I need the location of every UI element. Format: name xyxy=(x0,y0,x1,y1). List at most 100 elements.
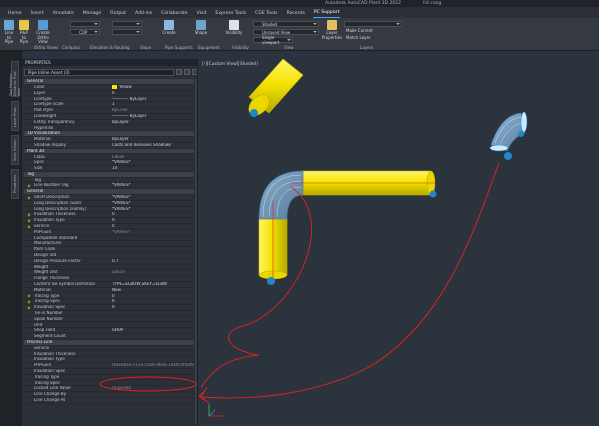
ribbon-tab-cge-tools[interactable]: CGE Tools xyxy=(254,11,278,18)
connection-node[interactable] xyxy=(267,277,275,285)
connection-node[interactable] xyxy=(250,109,258,117)
property-value[interactable]: ByLayer xyxy=(110,120,194,125)
property-value[interactable]: ByColor xyxy=(110,108,194,113)
lightning-icon xyxy=(27,219,31,224)
property-row[interactable]: Line Change At xyxy=(24,398,194,404)
standalone-elbow[interactable] xyxy=(489,111,528,160)
compass-dropdown[interactable] xyxy=(70,21,100,27)
property-value[interactable]: ByLayer xyxy=(110,137,194,142)
property-value[interactable]: LBS16 xyxy=(110,270,194,275)
select-objects-icon[interactable] xyxy=(184,69,190,75)
ribbon-tab-home[interactable]: Home xyxy=(7,11,23,18)
layer-properties-label: Layer Properties xyxy=(321,30,343,40)
property-value[interactable]: *VARIES* xyxy=(110,207,194,212)
line-to-pipe-button[interactable]: Line to Pipe xyxy=(3,20,15,45)
cop-dropdown[interactable]: COP xyxy=(70,29,100,35)
property-name: Shadow display xyxy=(34,142,66,147)
property-value-text: Yellow xyxy=(119,84,132,89)
title-bar: Autodesk AutoCAD Plant 3D 2022 fcli.rang xyxy=(0,0,599,7)
property-value[interactable]: 0 xyxy=(110,299,194,304)
property-value[interactable]: 1 xyxy=(110,102,194,107)
property-value[interactable]: 0 xyxy=(110,218,194,223)
property-value-text: 0.7 xyxy=(112,258,119,263)
user-name[interactable]: fcli.rang xyxy=(423,1,441,6)
ucs-icon[interactable] xyxy=(208,404,225,417)
property-value[interactable]: *VARIES* xyxy=(110,201,194,206)
property-value[interactable]: 0 xyxy=(110,212,194,217)
property-value[interactable]: 0 xyxy=(110,294,194,299)
panel-layers: Layers xyxy=(360,45,374,50)
app-title: Autodesk AutoCAD Plant 3D 2022 xyxy=(325,1,401,6)
property-name: Plot style xyxy=(34,108,53,113)
viewport-dropdown[interactable]: Single viewport xyxy=(253,35,293,45)
property-value[interactable]: Elbow xyxy=(110,155,194,160)
toggle-pickadd-icon[interactable] xyxy=(176,69,182,75)
visibility-button[interactable]: Visibility xyxy=(226,20,242,36)
properties-tab[interactable]: Properties xyxy=(11,169,19,199)
model-viewport[interactable]: [-][Custom View][Shaded] xyxy=(199,59,599,426)
support-create-button[interactable]: Create xyxy=(162,20,176,36)
visual-style-dropdown[interactable]: Shaded xyxy=(253,21,319,27)
routing-dropdown[interactable] xyxy=(112,29,142,35)
property-value[interactable]: 10 xyxy=(110,166,194,171)
red-markup-annotations xyxy=(199,162,500,404)
property-value-text: 0 xyxy=(112,212,115,217)
property-value[interactable]: 0 xyxy=(110,305,194,310)
property-value[interactable]: *VARIES* xyxy=(110,195,194,200)
pp-to-pipe-button[interactable]: P&P to Pipe xyxy=(18,20,30,45)
property-value[interactable]: 0.7 xyxy=(110,259,194,264)
layer-dropdown[interactable] xyxy=(344,21,402,27)
ribbon-tab-collaborate[interactable]: Collaborate xyxy=(160,11,188,18)
property-name: Weight xyxy=(34,264,49,269)
tool-palette-tab-label: Tool Palettes - Dynamic Pipe Spec xyxy=(9,71,21,96)
property-value[interactable]: Yellow xyxy=(110,84,194,90)
quick-select-icon[interactable] xyxy=(192,69,197,75)
property-value[interactable]: *VARIES* xyxy=(110,230,194,235)
property-value[interactable]: fbae4b4e-c11a-41b6-9b4a-14a9c4f0af9a xyxy=(110,363,194,368)
elbow-assembly[interactable] xyxy=(258,170,437,285)
property-value[interactable]: *VARIES* xyxy=(110,160,194,165)
property-value[interactable]: Casts and Receives Shadows xyxy=(110,143,194,148)
viewport-controls-label[interactable]: [-][Custom View][Shaded] xyxy=(202,62,258,67)
shape-label: Shape xyxy=(194,30,208,35)
property-value-text: *VARIES* xyxy=(112,200,131,205)
palette-scrollbar[interactable] xyxy=(195,79,197,424)
property-value[interactable]: Unlocked xyxy=(110,386,194,391)
panel-pipe-supports: Pipe Supports xyxy=(165,45,193,50)
layer-properties-button[interactable]: Layer Properties xyxy=(321,20,343,40)
property-value[interactable]: 0 xyxy=(110,91,194,96)
property-value-text: Elbow xyxy=(112,154,125,159)
connection-node[interactable] xyxy=(429,190,437,198)
make-current-button[interactable]: Make Current xyxy=(346,28,373,34)
ribbon-tab-output[interactable]: Output xyxy=(109,11,127,18)
selection-dropdown[interactable]: Pipe Inline Asset (3) xyxy=(24,69,174,76)
spec-viewer-tab[interactable]: Spec Viewer xyxy=(11,135,19,165)
property-value[interactable]: ———— ByLayer xyxy=(110,97,194,102)
property-value-text: *VARIES* xyxy=(112,183,131,188)
ribbon-tab-express-tools[interactable]: Express Tools xyxy=(214,11,247,18)
ribbon-tab-manage[interactable]: Manage xyxy=(82,11,102,18)
shape-button[interactable]: Shape xyxy=(194,20,208,36)
create-ortho-view-button[interactable]: Create Ortho View xyxy=(34,20,52,45)
ribbon-tab-add-ins[interactable]: Add-ins xyxy=(134,11,153,18)
ribbon-tab-recents[interactable]: Recents xyxy=(286,11,306,18)
property-value[interactable]: 0 xyxy=(110,224,194,229)
property-value[interactable]: TYPE=ELBOW,SKEY=ELBW xyxy=(110,282,194,287)
connection-node[interactable] xyxy=(518,131,524,137)
property-value[interactable]: *VARIES* xyxy=(110,183,194,188)
property-value[interactable]: ———— ByLayer xyxy=(110,114,194,119)
elevation-dropdown[interactable] xyxy=(112,21,142,27)
tool-palette-tab[interactable]: Tool Palettes - Dynamic Pipe Spec xyxy=(9,61,21,97)
layer-props-tab[interactable]: Layer Prop... xyxy=(11,101,19,131)
match-layer-button[interactable]: Match Layer xyxy=(346,35,371,41)
property-value[interactable]: SHOP xyxy=(110,328,194,333)
ribbon-tab-pc-support[interactable]: PC Support xyxy=(312,10,341,18)
property-name: Plant 3D xyxy=(27,148,45,153)
ribbon-tab-insert[interactable]: Insert xyxy=(30,11,45,18)
ribbon-tab-visit[interactable]: Visit xyxy=(196,11,208,18)
property-value[interactable]: New xyxy=(110,288,194,293)
property-name: 3D Visualization xyxy=(27,131,60,136)
ribbon-tab-annotate[interactable]: Annotate xyxy=(52,11,75,18)
connection-node[interactable] xyxy=(504,152,512,160)
diagonal-pipe[interactable] xyxy=(245,59,304,119)
